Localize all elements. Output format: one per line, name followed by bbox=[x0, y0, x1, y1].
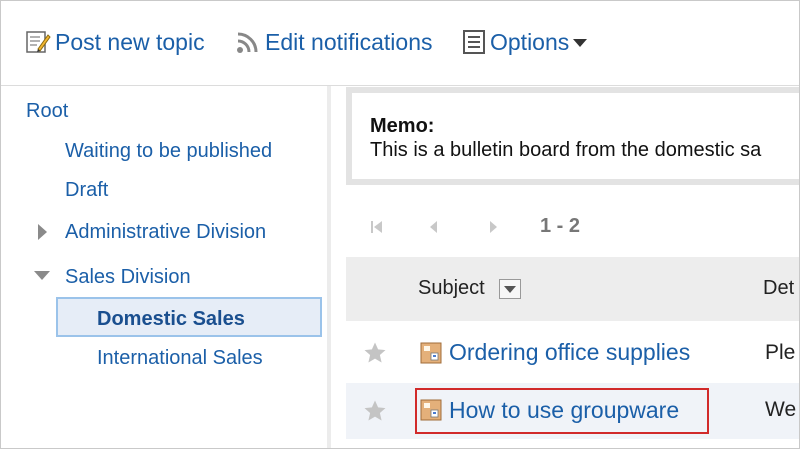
options-menu-button[interactable]: Options bbox=[462, 27, 588, 57]
tree-item-international-sales[interactable]: International Sales bbox=[97, 343, 263, 373]
memo-text: This is a bulletin board from the domest… bbox=[370, 139, 762, 161]
subject-column-header: Subject bbox=[418, 277, 485, 299]
table-header bbox=[346, 257, 799, 321]
notification-feed-icon bbox=[237, 32, 258, 53]
edit-notifications-button[interactable]: Edit notifications bbox=[235, 27, 432, 57]
post-topic-icon bbox=[26, 31, 51, 53]
row-detail-cell: Ple bbox=[765, 341, 796, 364]
topic-link-ordering-office-supplies[interactable]: Ordering office supplies bbox=[449, 339, 690, 366]
tree-item-root[interactable]: Root bbox=[26, 96, 68, 126]
callout-highlight-box bbox=[415, 388, 709, 434]
chevron-down-icon bbox=[573, 39, 588, 47]
star-icon[interactable] bbox=[363, 399, 387, 423]
tree-item-sales-division[interactable]: Sales Division bbox=[65, 262, 191, 292]
tree-item-waiting[interactable]: Waiting to be published bbox=[65, 136, 272, 166]
toolbar: Post new topic Edit notifications Option… bbox=[1, 1, 799, 86]
memo-title: Memo: bbox=[370, 115, 435, 137]
subject-sort-dropdown-icon[interactable] bbox=[499, 279, 521, 299]
page-range: 1 - 2 bbox=[540, 215, 581, 237]
edit-notifications-label: Edit notifications bbox=[265, 28, 433, 55]
tree-item-draft[interactable]: Draft bbox=[65, 175, 108, 205]
star-icon[interactable] bbox=[363, 341, 387, 365]
memo-content: Memo: This is a bulletin board from the … bbox=[352, 93, 799, 179]
collapse-arrow-icon[interactable] bbox=[34, 271, 50, 280]
detail-column-header: Det bbox=[763, 277, 795, 299]
app-frame: Post new topic Edit notifications Option… bbox=[0, 0, 800, 449]
post-new-topic-label: Post new topic bbox=[55, 28, 205, 55]
memo-box: Memo: This is a bulletin board from the … bbox=[346, 87, 799, 185]
options-label: Options bbox=[490, 28, 570, 55]
options-list-icon bbox=[463, 30, 485, 54]
post-new-topic-button[interactable]: Post new topic bbox=[25, 27, 205, 57]
next-page-icon[interactable] bbox=[485, 219, 501, 235]
tree-item-administrative-division[interactable]: Administrative Division bbox=[65, 217, 266, 247]
row-detail-cell: We bbox=[765, 398, 797, 421]
topic-icon bbox=[420, 342, 442, 364]
pane-splitter[interactable] bbox=[327, 86, 331, 448]
expand-arrow-icon[interactable] bbox=[38, 224, 47, 240]
tree-item-domestic-sales[interactable]: Domestic Sales bbox=[97, 304, 245, 334]
first-page-icon[interactable] bbox=[369, 219, 385, 235]
previous-page-icon[interactable] bbox=[426, 219, 442, 235]
